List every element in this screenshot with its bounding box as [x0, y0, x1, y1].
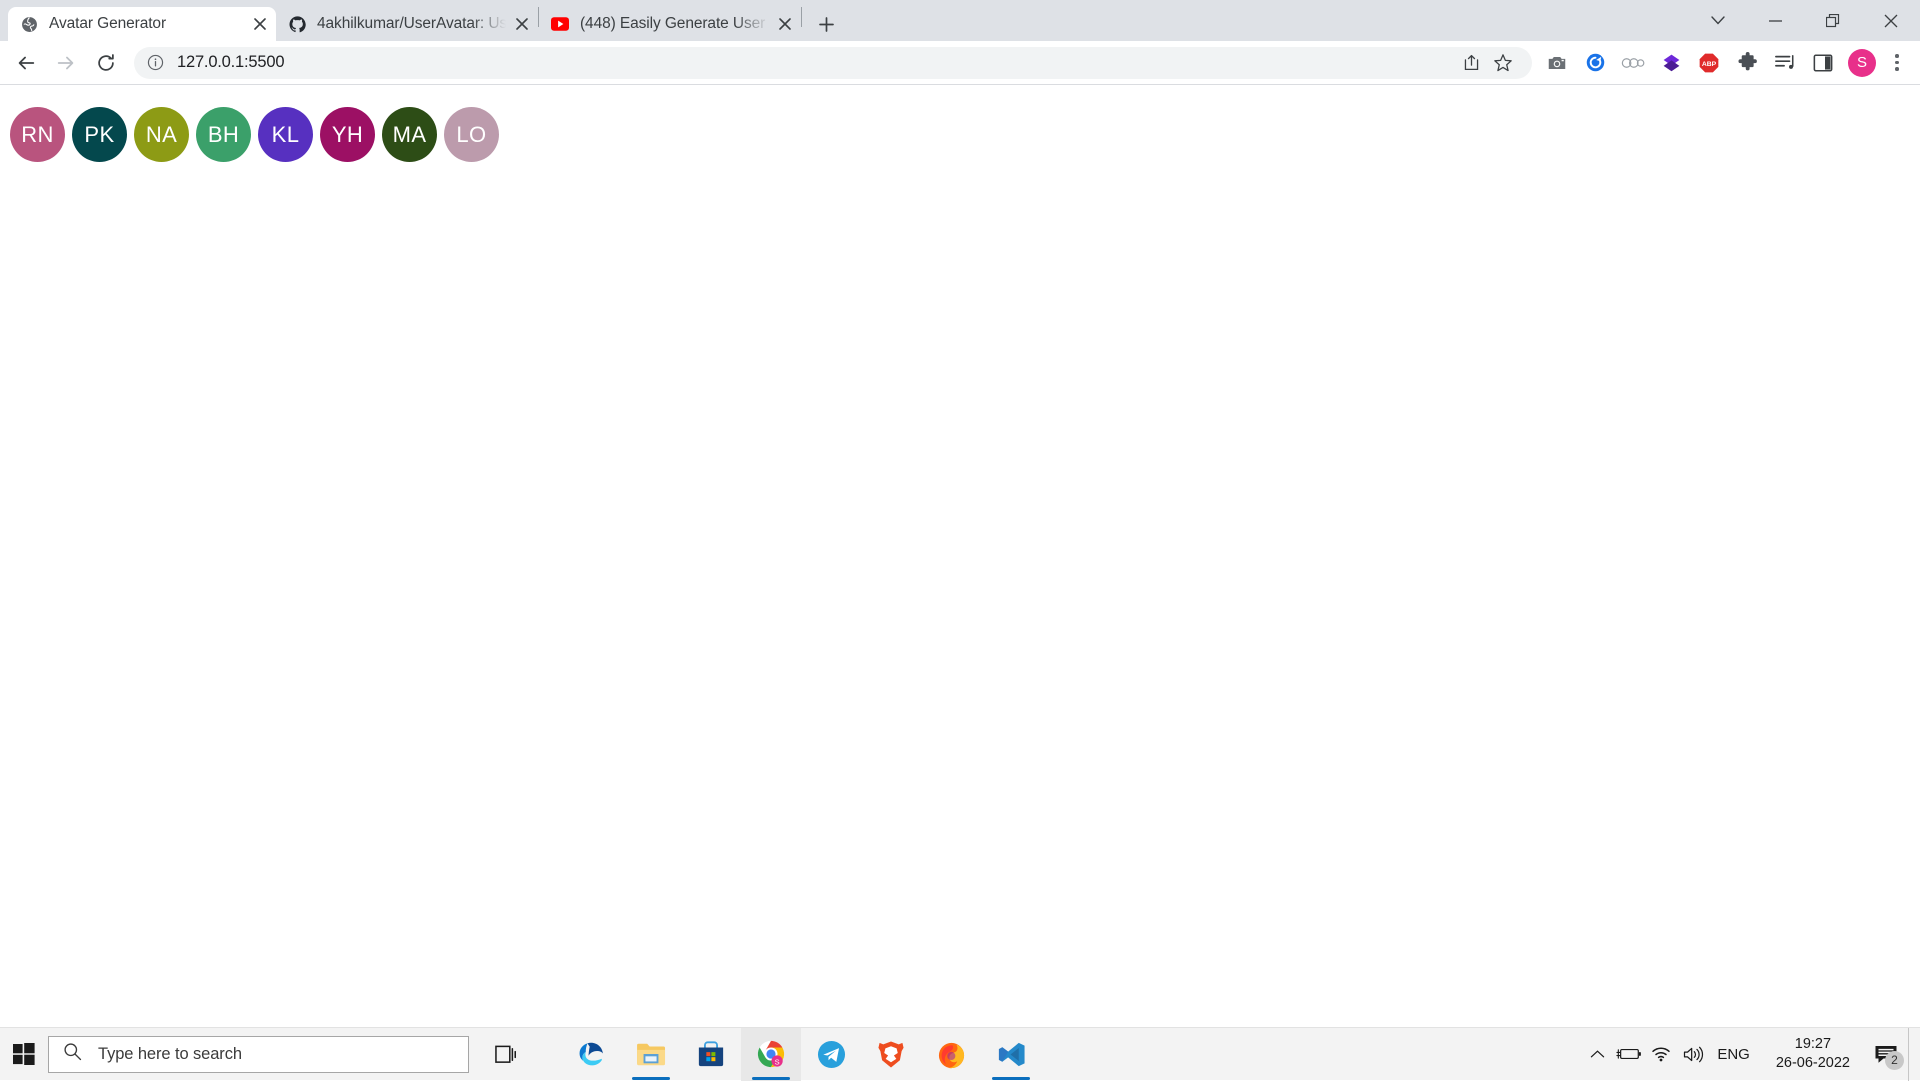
tab-title: (448) Easily Generate User Avatar [580, 15, 769, 33]
maximize-restore-button[interactable] [1804, 0, 1862, 41]
avatar: RN [10, 107, 65, 162]
browser-tab-youtube-avatar-video[interactable]: (448) Easily Generate User Avatar [539, 7, 801, 41]
diamond-icon[interactable] [1654, 46, 1688, 80]
avatar: NA [134, 107, 189, 162]
visual-studio-code-icon[interactable] [981, 1028, 1041, 1081]
address-bar-url: 127.0.0.1:5500 [177, 53, 284, 72]
new-tab-button[interactable] [812, 10, 840, 38]
github-icon [288, 15, 306, 33]
tab-search-chevron-down-icon[interactable] [1690, 0, 1746, 41]
brave-browser-icon[interactable] [861, 1028, 921, 1081]
back-button[interactable] [8, 45, 44, 81]
avatar-initials: KL [272, 122, 300, 148]
clock[interactable]: 19:27 26-06-2022 [1762, 1028, 1864, 1081]
speaker-volume-icon[interactable] [1677, 1028, 1709, 1081]
close-window-button[interactable] [1862, 0, 1920, 41]
omnibox-actions [1454, 48, 1518, 78]
svg-text:S: S [775, 1057, 780, 1066]
microsoft-edge-icon[interactable] [561, 1028, 621, 1081]
avatar-initials: NA [146, 122, 177, 148]
avatar-initials: BH [208, 122, 239, 148]
avatar-initials: RN [21, 122, 54, 148]
reload-button[interactable] [88, 45, 124, 81]
link-chain-icon[interactable] [1616, 46, 1650, 80]
microsoft-store-icon[interactable] [681, 1028, 741, 1081]
browser-tab-github-useravatar[interactable]: 4akhilkumar/UserAvatar: User Av [276, 7, 538, 41]
close-icon[interactable] [510, 12, 534, 36]
avatar: YH [320, 107, 375, 162]
avatar: BH [196, 107, 251, 162]
search-icon [63, 1042, 82, 1066]
tab-title: 4akhilkumar/UserAvatar: User Av [317, 15, 506, 33]
file-explorer-icon[interactable] [621, 1028, 681, 1081]
windows-start-icon[interactable] [0, 1028, 48, 1081]
avatar: LO [444, 107, 499, 162]
telegram-icon[interactable] [801, 1028, 861, 1081]
tab-strip: Avatar Generator 4akhilkumar/UserAvatar:… [0, 0, 1920, 41]
battery-icon[interactable] [1613, 1028, 1645, 1081]
show-desktop-button[interactable] [1908, 1028, 1916, 1081]
loom-record-icon[interactable] [1578, 46, 1612, 80]
adblock-plus-icon[interactable]: ABP [1692, 46, 1726, 80]
avatar-initials: MA [393, 122, 427, 148]
browser-tab-avatar-generator[interactable]: Avatar Generator [8, 7, 276, 41]
avatar-initials: LO [456, 122, 486, 148]
taskbar-search-placeholder: Type here to search [98, 1045, 242, 1064]
address-bar[interactable]: 127.0.0.1:5500 [134, 47, 1532, 79]
profile-avatar[interactable]: S [1848, 49, 1876, 77]
page-content: RN PK NA BH KL YH MA LO [0, 85, 1920, 1027]
puzzle-extensions-icon[interactable] [1730, 46, 1764, 80]
chrome-browser-window: Avatar Generator 4akhilkumar/UserAvatar:… [0, 0, 1920, 1027]
firefox-icon[interactable] [921, 1028, 981, 1081]
avatar-initials: PK [84, 122, 114, 148]
task-view-icon[interactable] [475, 1028, 535, 1081]
tab-title: Avatar Generator [49, 15, 244, 33]
globe-icon [20, 15, 38, 33]
reading-playlist-icon[interactable] [1768, 46, 1802, 80]
notification-badge: 2 [1885, 1051, 1904, 1070]
close-icon[interactable] [773, 12, 797, 36]
wifi-icon[interactable] [1645, 1028, 1677, 1081]
notifications-icon[interactable]: 2 [1864, 1028, 1908, 1081]
avatar-initials: YH [332, 122, 363, 148]
side-panel-icon[interactable] [1806, 46, 1840, 80]
three-dot-menu-icon[interactable] [1882, 46, 1912, 80]
close-icon[interactable] [248, 12, 272, 36]
avatar: MA [382, 107, 437, 162]
avatar: PK [72, 107, 127, 162]
star-icon[interactable] [1488, 48, 1518, 78]
chevron-up-icon[interactable] [1581, 1028, 1613, 1081]
clock-date: 26-06-2022 [1776, 1054, 1850, 1073]
forward-button[interactable] [48, 45, 84, 81]
language-indicator[interactable]: ENG [1709, 1028, 1762, 1081]
taskbar-search-input[interactable]: Type here to search [48, 1036, 469, 1073]
tab-separator [801, 7, 802, 27]
browser-toolbar: 127.0.0.1:5500 [0, 41, 1920, 85]
clock-time: 19:27 [1795, 1035, 1831, 1054]
svg-text:ABP: ABP [1702, 61, 1717, 68]
share-icon[interactable] [1456, 48, 1486, 78]
youtube-icon [551, 15, 569, 33]
windows-taskbar: Type here to search [0, 1027, 1920, 1080]
info-circle-icon[interactable] [146, 54, 164, 72]
avatar-list: RN PK NA BH KL YH MA LO [0, 85, 1920, 162]
window-controls [1690, 0, 1920, 41]
google-chrome-icon[interactable]: S [741, 1028, 801, 1081]
avatar: KL [258, 107, 313, 162]
minimize-button[interactable] [1746, 0, 1804, 41]
system-tray: ENG 19:27 26-06-2022 2 [1581, 1028, 1920, 1081]
screenshot-camera-icon[interactable] [1540, 46, 1574, 80]
